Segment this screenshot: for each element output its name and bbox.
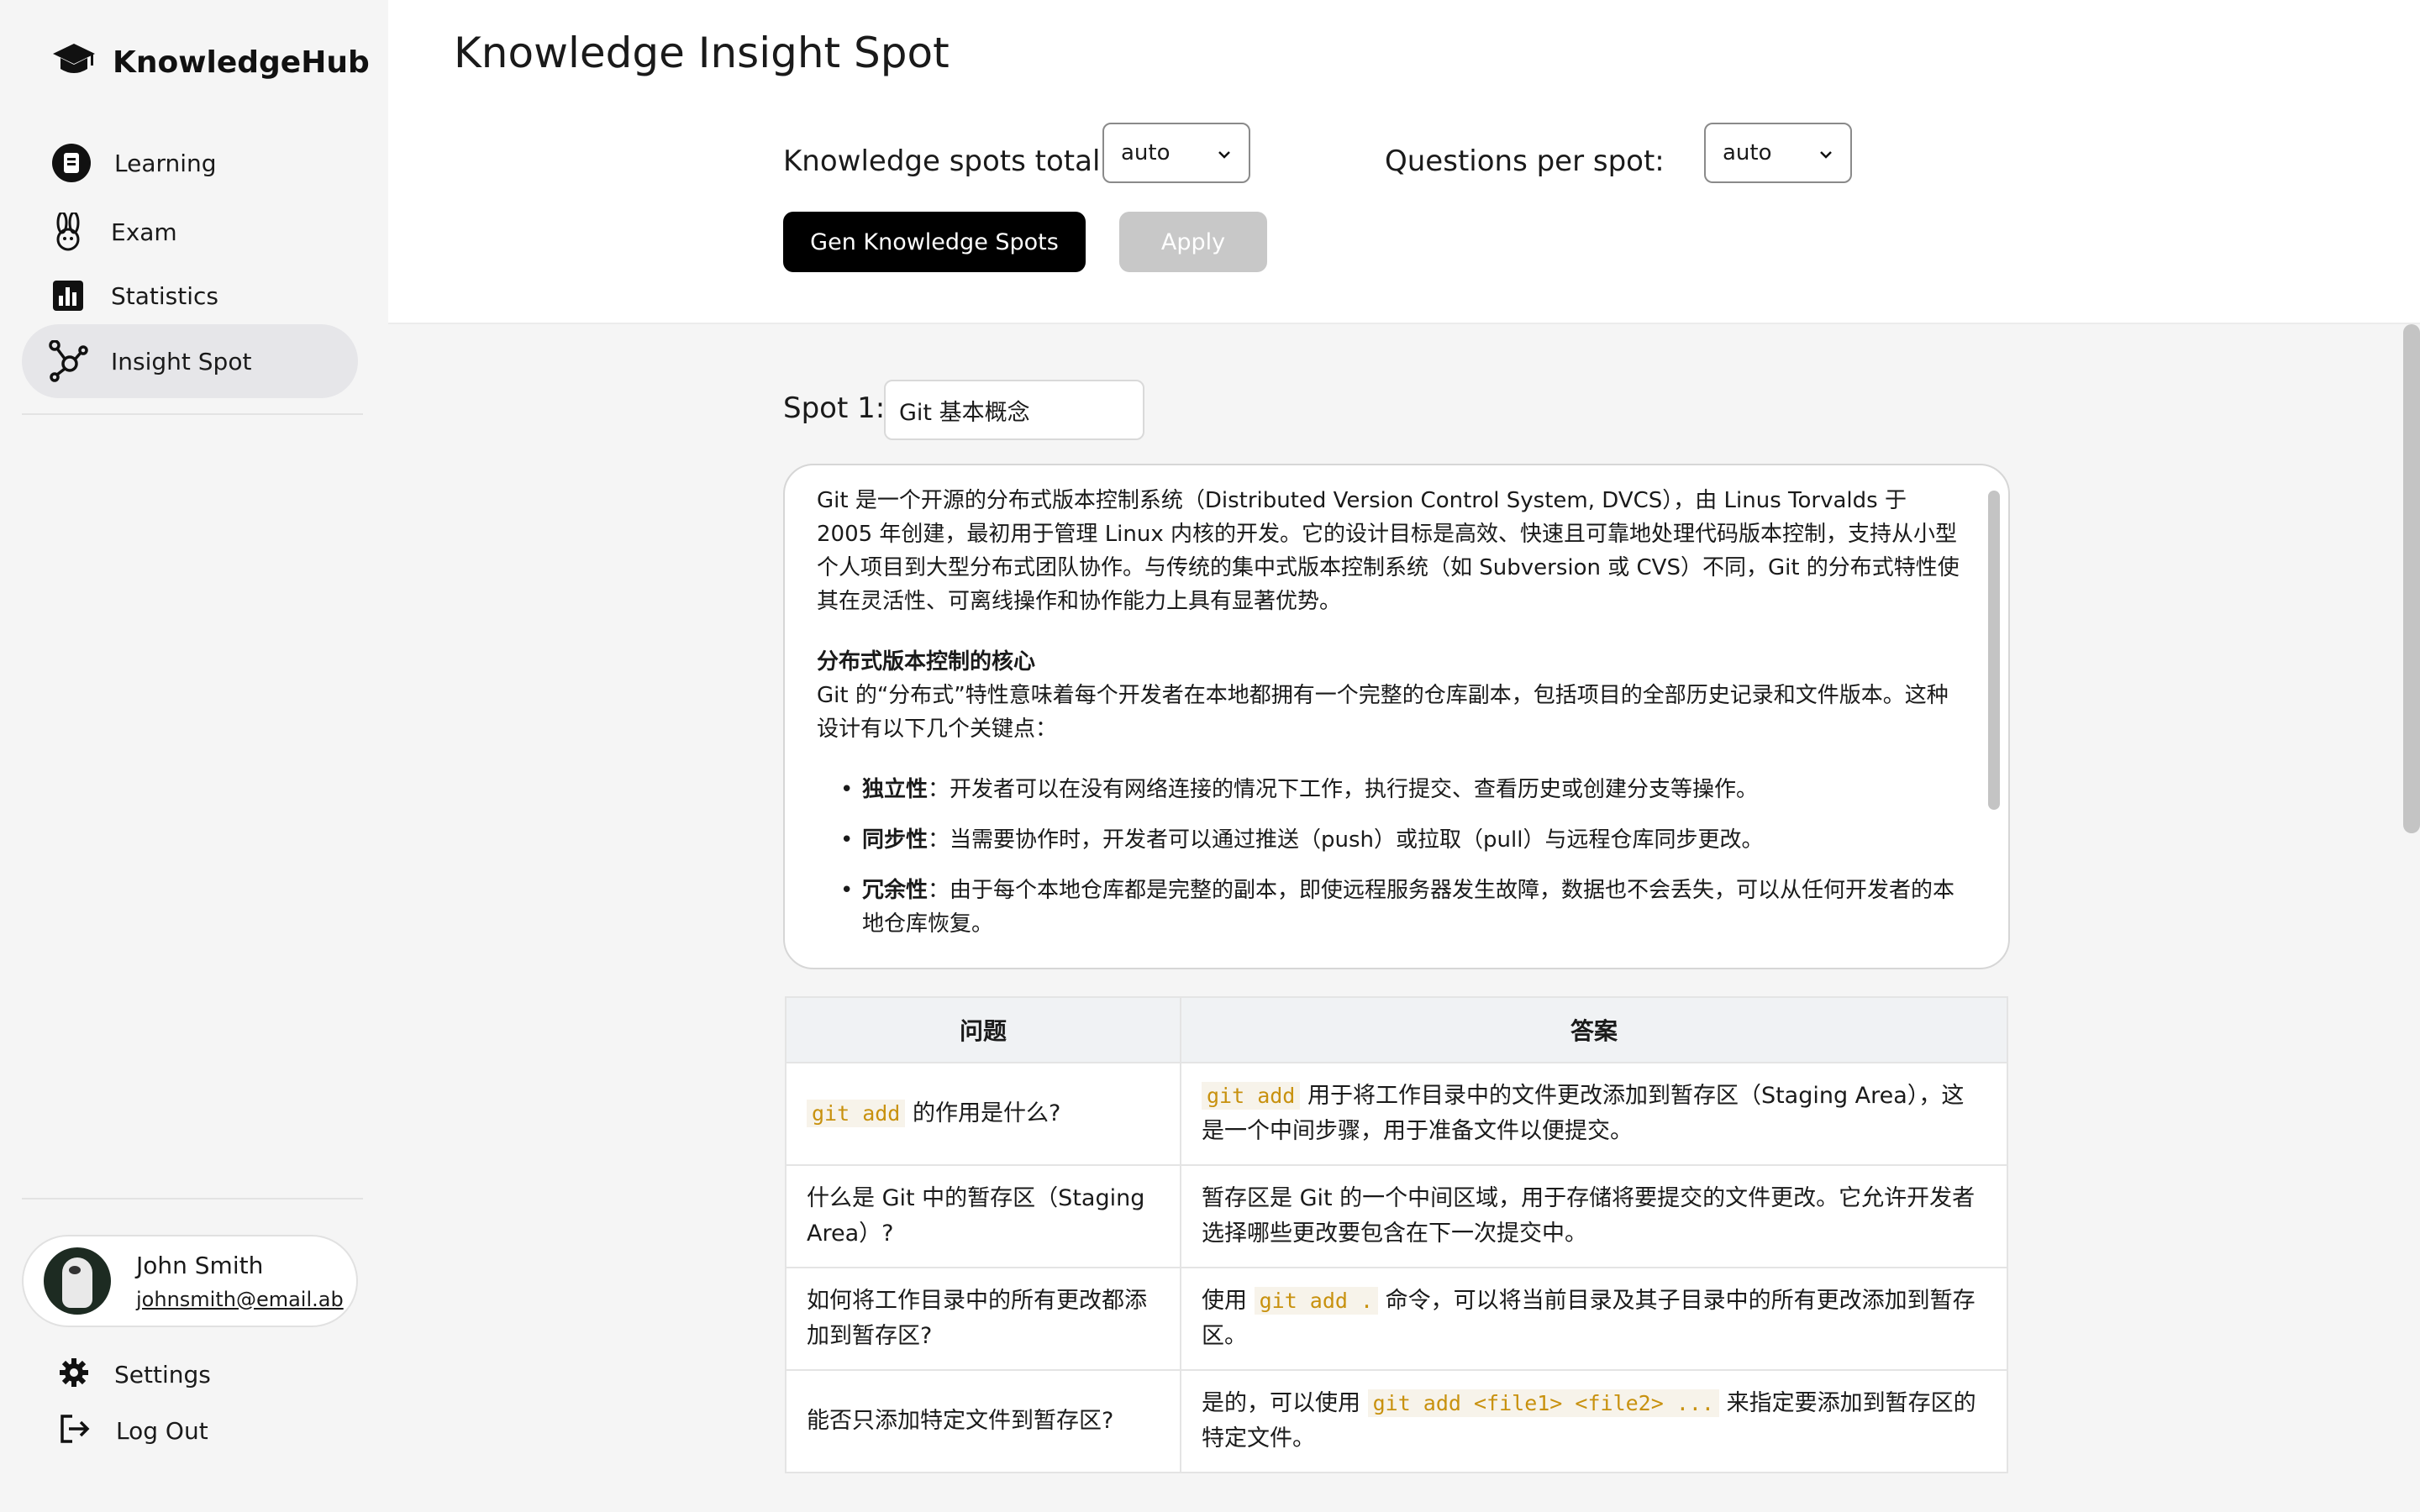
questions-per-spot-label: Questions per spot: xyxy=(1385,144,1665,178)
list-item: 独立性：开发者可以在没有网络连接的情况下工作，执行提交、查看历史或创建分支等操作… xyxy=(840,773,1960,806)
sidebar: KnowledgeHub Learning Exam Statistics In… xyxy=(0,0,388,1512)
logout-link[interactable]: Log Out xyxy=(59,1413,208,1448)
sidebar-divider xyxy=(22,1198,363,1200)
gear-icon xyxy=(59,1357,89,1391)
table-row: git add 的作用是什么? git add 用于将工作目录中的文件更改添加到… xyxy=(785,1062,2008,1166)
spot-title-input[interactable]: Git 基本概念 xyxy=(884,380,1144,440)
page-header: Knowledge Insight Spot Knowledge spots t… xyxy=(388,0,2420,324)
user-card[interactable]: John Smith johnsmith@email.ab xyxy=(22,1235,358,1327)
question-cell: 什么是 Git 中的暂存区（Staging Area）? xyxy=(785,1164,1181,1268)
sidebar-divider xyxy=(22,413,363,415)
question-text: 什么是 Git 中的暂存区（Staging Area）? xyxy=(807,1185,1145,1247)
table-row: 如何将工作目录中的所有更改都添加到暂存区? 使用 git add . 命令，可以… xyxy=(785,1267,2008,1371)
sidebar-item-label: Insight Spot xyxy=(111,347,252,375)
answer-cell: 暂存区是 Git 的一个中间区域，用于存储将要提交的文件更改。它允许开发者选择哪… xyxy=(1180,1164,2008,1268)
logout-label: Log Out xyxy=(116,1416,208,1445)
user-email[interactable]: johnsmith@email.ab xyxy=(136,1288,344,1311)
question-text: 如何将工作目录中的所有更改都添加到暂存区? xyxy=(807,1288,1147,1349)
sidebar-item-label: Statistics xyxy=(111,281,218,310)
sidebar-item-learning[interactable]: Learning xyxy=(22,126,358,200)
table-row: 能否只添加特定文件到暂存区? 是的，可以使用 git add <file1> <… xyxy=(785,1369,2008,1473)
settings-link[interactable]: Settings xyxy=(59,1357,211,1391)
question-cell: 能否只添加特定文件到暂存区? xyxy=(785,1369,1181,1473)
list-item-text: ：当需要协作时，开发者可以通过推送（push）或拉取（pull）与远程仓库同步更… xyxy=(928,827,1764,853)
inline-code: git add xyxy=(1202,1082,1301,1110)
sidebar-item-exam[interactable]: Exam xyxy=(22,195,358,269)
list-item: 同步性：当需要协作时，开发者可以通过推送（push）或拉取（pull）与远程仓库… xyxy=(840,823,1960,857)
question-cell: 如何将工作目录中的所有更改都添加到暂存区? xyxy=(785,1267,1181,1371)
column-header-question: 问题 xyxy=(785,996,1181,1063)
list-item: 冗余性：由于每个本地仓库都是完整的副本，即使远程服务器发生故障，数据也不会丢失，… xyxy=(840,874,1960,941)
answer-text: 使用 xyxy=(1202,1288,1255,1314)
sidebar-item-insight-spot[interactable]: Insight Spot xyxy=(22,324,358,398)
inline-code: git add . xyxy=(1254,1287,1379,1315)
book-icon xyxy=(50,142,92,184)
spot-description[interactable]: Git 是一个开源的分布式版本控制系统（Distributed Version … xyxy=(783,464,2010,969)
key-points-list: 独立性：开发者可以在没有网络连接的情况下工作，执行提交、查看历史或创建分支等操作… xyxy=(840,773,1960,941)
table-header-row: 问题 答案 xyxy=(785,996,2008,1063)
avatar xyxy=(44,1247,111,1315)
spot-label: Spot 1: xyxy=(783,391,886,425)
chevron-down-icon xyxy=(1217,140,1232,165)
brand-name: KnowledgeHub xyxy=(113,45,370,80)
section-text: Git 的“分布式”特性意味着每个开发者在本地都拥有一个完整的仓库副本，包括项目… xyxy=(817,683,1949,742)
apply-button[interactable]: Apply xyxy=(1119,212,1267,272)
logout-icon xyxy=(59,1413,91,1448)
main-content: Spot 1: Git 基本概念 Git 是一个开源的分布式版本控制系统（Dis… xyxy=(388,324,2420,1512)
chevron-down-icon xyxy=(1818,140,1833,165)
spots-total-select[interactable]: auto xyxy=(1102,123,1250,183)
spots-total-label: Knowledge spots total: xyxy=(783,144,1110,178)
list-item-text: ：由于每个本地仓库都是完整的副本，即使远程服务器发生故障，数据也不会丢失，可以从… xyxy=(862,878,1955,937)
questions-per-spot-value: auto xyxy=(1723,140,1772,165)
sidebar-item-label: Exam xyxy=(111,218,177,246)
page-scrollbar[interactable] xyxy=(2403,324,2420,833)
answer-cell: 使用 git add . 命令，可以将当前目录及其子目录中的所有更改添加到暂存区… xyxy=(1180,1267,2008,1371)
description-scrollbar[interactable] xyxy=(1988,491,2000,810)
spot-intro: Git 是一个开源的分布式版本控制系统（Distributed Version … xyxy=(817,488,1960,614)
bunny-icon xyxy=(47,211,89,253)
question-text: 能否只添加特定文件到暂存区? xyxy=(807,1408,1114,1434)
list-item-term: 独立性 xyxy=(862,777,929,802)
user-name: John Smith xyxy=(136,1251,264,1279)
answer-text: 暂存区是 Git 的一个中间区域，用于存储将要提交的文件更改。它允许开发者选择哪… xyxy=(1202,1185,1975,1247)
section-heading: 分布式版本控制的核心 xyxy=(817,649,1036,675)
qa-table: 问题 答案 git add 的作用是什么? git add 用于将工作目录中的文… xyxy=(785,996,2008,1473)
list-item-term: 同步性 xyxy=(862,827,929,853)
settings-label: Settings xyxy=(114,1360,211,1389)
question-cell: git add 的作用是什么? xyxy=(785,1062,1181,1166)
spots-total-value: auto xyxy=(1121,140,1171,165)
page-title: Knowledge Insight Spot xyxy=(454,29,950,77)
question-text: 的作用是什么? xyxy=(905,1100,1061,1126)
bar-chart-icon xyxy=(47,275,89,317)
hub-icon xyxy=(47,340,89,382)
graduation-cap-icon xyxy=(52,42,96,82)
inline-code: git add <file1> <file2> ... xyxy=(1367,1389,1719,1417)
answer-text: 是的，可以使用 xyxy=(1202,1390,1368,1416)
answer-cell: 是的，可以使用 git add <file1> <file2> ... 来指定要… xyxy=(1180,1369,2008,1473)
sidebar-item-statistics[interactable]: Statistics xyxy=(22,259,358,333)
table-row: 什么是 Git 中的暂存区（Staging Area）? 暂存区是 Git 的一… xyxy=(785,1164,2008,1268)
gen-knowledge-spots-button[interactable]: Gen Knowledge Spots xyxy=(783,212,1086,272)
column-header-answer: 答案 xyxy=(1180,996,2008,1063)
questions-per-spot-select[interactable]: auto xyxy=(1704,123,1852,183)
answer-text: 用于将工作目录中的文件更改添加到暂存区（Staging Area），这是一个中间… xyxy=(1202,1083,1965,1144)
list-item-text: ：开发者可以在没有网络连接的情况下工作，执行提交、查看历史或创建分支等操作。 xyxy=(928,777,1759,802)
answer-cell: git add 用于将工作目录中的文件更改添加到暂存区（Staging Area… xyxy=(1180,1062,2008,1166)
list-item-term: 冗余性 xyxy=(862,878,929,903)
brand[interactable]: KnowledgeHub xyxy=(52,42,370,82)
inline-code: git add xyxy=(807,1100,906,1127)
sidebar-item-label: Learning xyxy=(114,149,217,177)
